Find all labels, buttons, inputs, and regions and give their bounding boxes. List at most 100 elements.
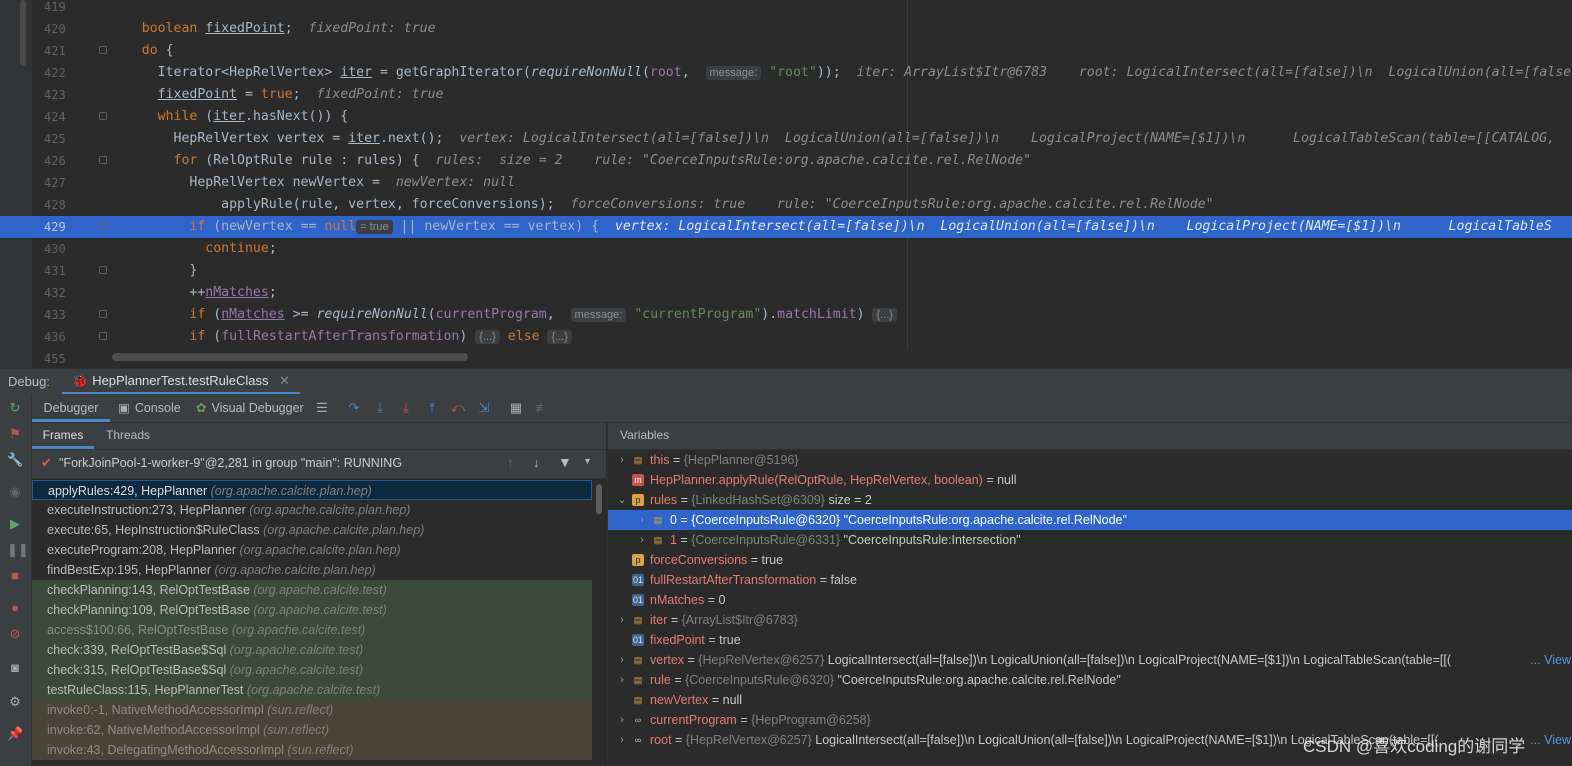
line-number[interactable]: 455 — [32, 348, 106, 368]
frame-item[interactable]: executeProgram:208, HepPlanner (org.apac… — [32, 540, 592, 560]
frame-item[interactable]: invoke0:-1, NativeMethodAccessorImpl (su… — [32, 700, 592, 720]
chevron-right-icon[interactable]: › — [616, 610, 628, 630]
variable-row[interactable]: 01 fixedPoint = true — [608, 630, 1572, 650]
code-line[interactable]: 430 continue; — [0, 238, 1572, 260]
gear-icon[interactable]: ⚙ — [7, 694, 23, 710]
stop-icon[interactable]: ■ — [7, 568, 23, 584]
close-icon[interactable]: ✕ — [279, 373, 290, 388]
line-number[interactable]: 419 — [32, 0, 106, 18]
code-line[interactable]: 421 do { — [0, 40, 1572, 62]
mute-breakpoints-icon[interactable]: ⊘ — [7, 626, 23, 642]
tab-visual-debugger[interactable]: ✿ Visual Debugger — [196, 394, 304, 422]
frame-item[interactable]: access$100:66, RelOptTestBase (org.apach… — [32, 620, 592, 640]
tab-threads[interactable]: Threads — [106, 423, 150, 449]
filter-icon[interactable]: ▼ — [558, 454, 572, 470]
code-line[interactable]: 419 — [0, 0, 1572, 18]
code-editor[interactable]: 419 420 boolean fixedPoint; fixedPoint: … — [0, 0, 1572, 368]
line-number[interactable]: 428 — [32, 194, 106, 216]
variable-row[interactable]: › ▤ this = {HepPlanner@5196} — [608, 450, 1572, 470]
code-line[interactable]: 427 HepRelVertex newVertex = newVertex: … — [0, 172, 1572, 194]
chevron-right-icon[interactable]: › — [636, 530, 648, 550]
chevron-right-icon[interactable]: › — [636, 510, 648, 530]
thread-selector[interactable]: ✔ "ForkJoinPool-1-worker-9"@2,281 in gro… — [32, 450, 606, 479]
code-line[interactable]: 424 while (iter.hasNext()) { — [0, 106, 1572, 128]
code-line[interactable]: 436 if (fullRestartAfterTransformation) … — [0, 326, 1572, 348]
frame-item[interactable]: applyRules:429, HepPlanner (org.apache.c… — [32, 480, 592, 500]
fold-marker-icon[interactable] — [99, 266, 107, 274]
frame-item[interactable]: executeInstruction:273, HepPlanner (org.… — [32, 500, 592, 520]
variable-row[interactable]: › ▤ 0 = {CoerceInputsRule@6320} "CoerceInp… — [608, 510, 1572, 530]
fold-marker-icon[interactable] — [99, 222, 107, 230]
line-number[interactable]: 420 — [32, 18, 106, 40]
tab-frames[interactable]: Frames — [32, 423, 94, 449]
rerun-icon[interactable]: ↻ — [7, 400, 23, 416]
trace-stream-icon[interactable]: ≢ — [534, 400, 550, 416]
variable-row[interactable]: p forceConversions = true — [608, 550, 1572, 570]
fold-marker-icon[interactable] — [99, 310, 107, 318]
frame-item[interactable]: execute:65, HepInstruction$RuleClass (or… — [32, 520, 592, 540]
code-line[interactable]: 423 fixedPoint = true; fixedPoint: true — [0, 84, 1572, 106]
tab-debugger[interactable]: Debugger — [32, 394, 110, 422]
code-line[interactable]: 425 HepRelVertex vertex = iter.next(); v… — [0, 128, 1572, 150]
view-link[interactable]: ... View — [1530, 730, 1571, 750]
line-number[interactable]: 424 — [32, 106, 106, 128]
rerun-failed-icon[interactable]: ⚑ — [7, 426, 23, 442]
frame-item[interactable]: checkPlanning:143, RelOptTestBase (org.a… — [32, 580, 592, 600]
step-into-icon[interactable]: ⤓ — [372, 400, 388, 416]
variable-row[interactable]: 01 fullRestartAfterTransformation = false — [608, 570, 1572, 590]
step-out-icon[interactable]: ⤒ — [424, 400, 440, 416]
eye-icon[interactable]: ◉ — [7, 484, 23, 500]
variable-row[interactable]: › ▤ iter = {ArrayList$Itr@6783} — [608, 610, 1572, 630]
view-breakpoints-icon[interactable]: ● — [7, 600, 23, 616]
line-number[interactable]: 431 — [32, 260, 106, 282]
variable-row[interactable]: › ▤ 1 = {CoerceInputsRule@6331} "CoerceInp… — [608, 530, 1572, 550]
fold-marker-icon[interactable] — [99, 46, 107, 54]
variable-row[interactable]: › ▤ vertex = {HepRelVertex@6257} LogicalIn… — [608, 650, 1572, 670]
chevron-right-icon[interactable]: › — [616, 650, 628, 670]
chevron-right-icon[interactable]: › — [616, 730, 628, 750]
frame-item[interactable]: testRuleClass:115, HepPlannerTest (org.a… — [32, 680, 592, 700]
fold-marker-icon[interactable] — [99, 156, 107, 164]
line-number[interactable]: 427 — [32, 172, 106, 194]
chevron-right-icon[interactable]: › — [616, 670, 628, 690]
arrow-up-icon[interactable]: ↑ — [507, 455, 514, 470]
line-number[interactable]: 425 — [32, 128, 106, 150]
variable-row[interactable]: › ∞ currentProgram = {HepProgram@6258} — [608, 710, 1572, 730]
run-to-cursor-icon[interactable]: ⇲ — [476, 400, 492, 416]
pin-icon[interactable]: 📌 — [7, 726, 23, 742]
camera-icon[interactable]: ◙ — [7, 660, 23, 676]
line-number[interactable]: 430 — [32, 238, 106, 260]
variable-row[interactable]: 01 nMatches = 0 — [608, 590, 1572, 610]
tab-console[interactable]: ▣ Console — [118, 394, 181, 422]
line-number[interactable]: 421 — [32, 40, 106, 62]
line-number[interactable]: 423 — [32, 84, 106, 106]
line-number[interactable]: 432 — [32, 282, 106, 304]
chevron-right-icon[interactable]: › — [616, 710, 628, 730]
arrow-down-icon[interactable]: ↓ — [533, 455, 540, 470]
force-step-into-icon[interactable]: ⤓ — [398, 400, 414, 416]
code-line[interactable]: 426 for (RelOptRule rule : rules) { rule… — [0, 150, 1572, 172]
resume-icon[interactable]: ▶ — [7, 516, 23, 532]
frame-item[interactable]: check:315, RelOptTestBase$Sql (org.apach… — [32, 660, 592, 680]
editor-horizontal-scrollbar[interactable] — [112, 353, 468, 361]
chevron-down-icon[interactable]: ⌄ — [616, 490, 628, 510]
line-number[interactable]: 426 — [32, 150, 106, 172]
frame-item[interactable]: findBestExp:195, HepPlanner (org.apache.… — [32, 560, 592, 580]
code-line[interactable]: 420 boolean fixedPoint; fixedPoint: true — [0, 18, 1572, 40]
line-number[interactable]: 429 — [32, 216, 106, 238]
evaluate-expression-icon[interactable]: ▦ — [508, 400, 524, 416]
step-over-icon[interactable]: ↷ — [346, 400, 362, 416]
fold-marker-icon[interactable] — [99, 112, 107, 120]
view-link[interactable]: ... View — [1530, 650, 1571, 670]
menu-lines-icon[interactable]: ☰ — [314, 400, 330, 416]
code-line[interactable]: 432 ++nMatches; — [0, 282, 1572, 304]
code-line[interactable]: 433 if (nMatches >= requireNonNull(curre… — [0, 304, 1572, 326]
frame-item[interactable]: checkPlanning:109, RelOptTestBase (org.a… — [32, 600, 592, 620]
debug-session-tab[interactable]: 🐞 HepPlannerTest.testRuleClass ✕ — [62, 369, 300, 395]
line-number[interactable]: 422 — [32, 62, 106, 84]
pause-icon[interactable]: ❚❚ — [7, 542, 29, 558]
code-line[interactable]: 422 Iterator<HepRelVertex> iter = getGra… — [0, 62, 1572, 84]
chevron-down-icon[interactable]: ▾ — [585, 456, 590, 467]
frames-scrollbar[interactable] — [596, 484, 602, 514]
variable-row[interactable]: › ▤ rule = {CoerceInputsRule@6320} "Coerce… — [608, 670, 1572, 690]
